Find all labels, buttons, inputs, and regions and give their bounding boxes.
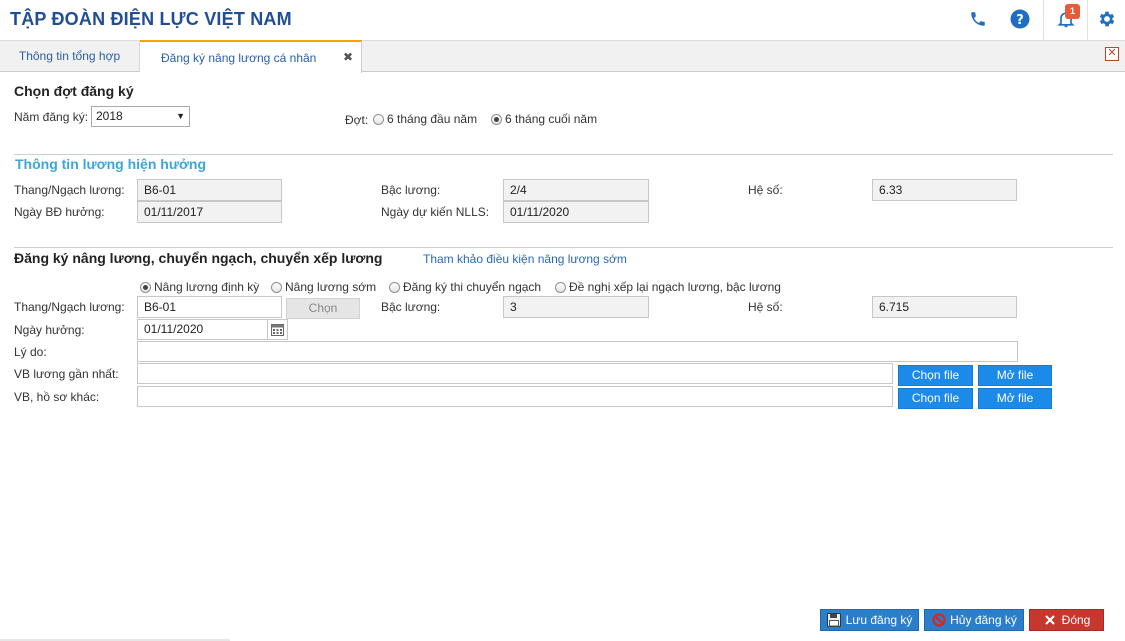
header-separator bbox=[1043, 0, 1044, 40]
effective-date-input[interactable]: 01/11/2020 bbox=[137, 319, 268, 340]
calendar-icon[interactable] bbox=[267, 319, 288, 340]
current-level-label: Bậc lương: bbox=[381, 183, 441, 197]
latest-document-field[interactable] bbox=[137, 363, 893, 384]
save-registration-button[interactable]: Lưu đăng ký bbox=[820, 609, 919, 631]
new-coef-value: 6.715 bbox=[872, 296, 1017, 318]
gear-icon[interactable] bbox=[1096, 8, 1118, 30]
save-registration-label: Lưu đăng ký bbox=[845, 613, 913, 627]
chevron-down-icon: ▼ bbox=[176, 111, 185, 121]
tab-salary-registration[interactable]: Đăng ký nâng lương cá nhân bbox=[140, 40, 362, 73]
tab-general-info[interactable]: Thông tin tổng hợp bbox=[0, 40, 140, 72]
header-separator bbox=[1087, 0, 1088, 40]
latest-document-label: VB lương gần nhất: bbox=[14, 367, 119, 381]
year-select-value: 2018 bbox=[96, 109, 123, 123]
start-date-value: 01/11/2017 bbox=[137, 201, 282, 223]
open-file-button[interactable]: Mở file bbox=[978, 388, 1052, 409]
radio-button[interactable] bbox=[373, 113, 384, 125]
phone-icon[interactable] bbox=[967, 8, 989, 30]
radio-label: Đề nghị xếp lại ngạch lương, bậc lương bbox=[569, 280, 781, 294]
new-level-value: 3 bbox=[503, 296, 649, 318]
current-coef-value: 6.33 bbox=[872, 179, 1017, 201]
section-title-current-salary: Thông tin lương hiện hưởng bbox=[15, 156, 207, 172]
expected-date-value: 01/11/2020 bbox=[503, 201, 649, 223]
type-radio-exam[interactable]: Đăng ký thi chuyển ngạch bbox=[389, 280, 541, 294]
new-level-label: Bậc lương: bbox=[381, 300, 441, 314]
period-radio-first-half[interactable]: 6 tháng đầu năm bbox=[373, 112, 477, 126]
current-coef-label: Hệ số: bbox=[748, 183, 783, 197]
open-file-button[interactable]: Mở file bbox=[978, 365, 1052, 386]
radio-button[interactable] bbox=[140, 281, 151, 293]
radio-button[interactable] bbox=[491, 113, 502, 125]
year-select[interactable]: 2018 ▼ bbox=[91, 106, 190, 127]
no-entry-icon bbox=[931, 613, 946, 628]
choose-file-button[interactable]: Chọn file bbox=[898, 388, 973, 409]
notification-badge: 1 bbox=[1065, 4, 1080, 19]
early-raise-conditions-link[interactable]: Tham khảo điều kiện nâng lương sớm bbox=[423, 252, 627, 266]
radio-label: Nâng lương sớm bbox=[285, 280, 377, 294]
effective-date-label: Ngày hưởng: bbox=[14, 323, 85, 337]
choose-file-button[interactable]: Chọn file bbox=[898, 365, 973, 386]
current-rank-label: Thang/Ngạch lương: bbox=[14, 183, 125, 197]
period-radio-second-half[interactable]: 6 tháng cuối năm bbox=[491, 112, 597, 126]
tab-close-icon[interactable]: ✖ bbox=[343, 50, 353, 64]
reason-label: Lý do: bbox=[14, 345, 47, 359]
floppy-disk-icon bbox=[827, 613, 842, 628]
close-button[interactable]: Đóng bbox=[1029, 609, 1104, 631]
close-icon bbox=[1043, 613, 1058, 628]
start-date-label: Ngày BĐ hưởng: bbox=[14, 205, 105, 219]
radio-label: 6 tháng đầu năm bbox=[387, 112, 478, 126]
divider bbox=[14, 247, 1113, 248]
section-title-select-period: Chọn đợt đăng ký bbox=[14, 83, 134, 99]
choose-rank-button[interactable]: Chọn bbox=[286, 298, 360, 319]
period-label: Đợt: bbox=[345, 113, 369, 127]
type-radio-early[interactable]: Nâng lương sớm bbox=[271, 280, 376, 294]
radio-button[interactable] bbox=[271, 281, 282, 293]
expected-date-label: Ngày dự kiến NLLS: bbox=[381, 205, 490, 219]
current-level-value: 2/4 bbox=[503, 179, 649, 201]
cancel-registration-label: Hủy đăng ký bbox=[950, 613, 1017, 627]
radio-button[interactable] bbox=[389, 281, 400, 293]
radio-label: Đăng ký thi chuyển ngạch bbox=[403, 280, 542, 294]
divider bbox=[14, 154, 1113, 155]
app-title: TẬP ĐOÀN ĐIỆN LỰC VIỆT NAM bbox=[10, 9, 292, 29]
section-title-registration: Đăng ký nâng lương, chuyển ngạch, chuyển… bbox=[14, 250, 383, 266]
other-documents-label: VB, hồ sơ khác: bbox=[14, 390, 100, 404]
type-radio-periodic[interactable]: Nâng lương định kỳ bbox=[140, 280, 259, 294]
cancel-registration-button[interactable]: Hủy đăng ký bbox=[924, 609, 1024, 631]
radio-label: 6 tháng cuối năm bbox=[505, 112, 598, 126]
close-all-tabs-icon[interactable]: ✕ bbox=[1105, 47, 1119, 61]
radio-label: Nâng lương định kỳ bbox=[154, 280, 260, 294]
radio-button[interactable] bbox=[555, 281, 566, 293]
help-icon[interactable]: ? bbox=[1009, 8, 1031, 30]
svg-text:?: ? bbox=[1016, 13, 1024, 28]
close-label: Đóng bbox=[1061, 613, 1091, 627]
year-label: Năm đăng ký: bbox=[14, 110, 89, 124]
reason-input[interactable] bbox=[137, 341, 1018, 362]
other-documents-field[interactable] bbox=[137, 386, 893, 407]
new-rank-label: Thang/Ngạch lương: bbox=[14, 300, 125, 314]
type-radio-reclassify[interactable]: Đề nghị xếp lại ngạch lương, bậc lương bbox=[555, 280, 781, 294]
current-rank-value: B6-01 bbox=[137, 179, 282, 201]
new-coef-label: Hệ số: bbox=[748, 300, 783, 314]
new-rank-field[interactable]: B6-01 bbox=[137, 296, 282, 318]
